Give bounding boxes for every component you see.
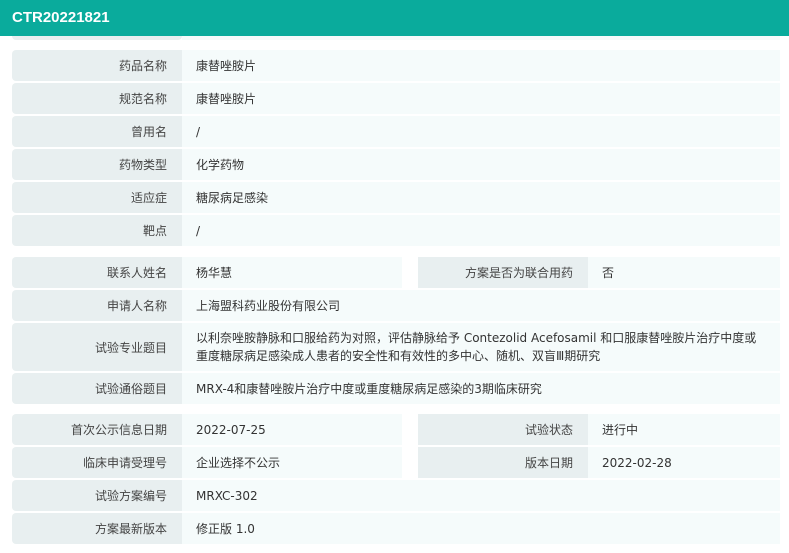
field-value: 否 <box>588 257 780 288</box>
field-value: 糖尿病足感染 <box>182 182 780 213</box>
field-label: 试验通俗题目 <box>12 373 182 404</box>
contact-row: 联系人姓名 杨华慧 方案是否为联合用药否 <box>12 257 780 288</box>
field-label: 曾用名 <box>12 116 182 147</box>
field-label: 方案是否为联合用药 <box>418 257 588 288</box>
pro-title-row: 试验专业题目 以利奈唑胺静脉和口服给药为对照，评估静脉给予 Contezolid … <box>12 323 780 371</box>
field-value: 2022-07-25 <box>182 414 402 445</box>
field-value: 以利奈唑胺静脉和口服给药为对照，评估静脉给予 Contezolid Acefos… <box>182 323 780 371</box>
field-value: 2022-02-28 <box>588 447 780 478</box>
field-value: 进行中 <box>588 414 780 445</box>
field-value: 企业选择不公示 <box>182 447 402 478</box>
field-label: 靶点 <box>12 215 182 246</box>
field-label: 药品名称 <box>12 50 182 81</box>
field-value: 康替唑胺片 <box>182 50 780 81</box>
generic-name-row: 规范名称 康替唑胺片 <box>12 83 780 114</box>
drug-type-row: 药物类型 化学药物 <box>12 149 780 180</box>
first-date-row: 首次公示信息日期 2022-07-25 试验状态 进行中 <box>12 414 780 445</box>
protocol-no-row: 试验方案编号 MRXC-302 <box>12 480 780 511</box>
field-value: 修正版 1.0 <box>182 513 780 544</box>
drug-name-row: 药品名称 康替唑胺片 <box>12 50 780 81</box>
field-value: / <box>182 116 780 147</box>
trial-id-header: CTR20221821 <box>0 0 789 36</box>
target-row: 靶点 / <box>12 215 780 246</box>
indication-row: 适应症 糖尿病足感染 <box>12 182 780 213</box>
drug-info-group: 药品名称 康替唑胺片 规范名称 康替唑胺片 曾用名 / 药物类型 化学药物 适应症 糖尿病… <box>12 50 780 248</box>
clipped-row <box>12 36 780 40</box>
field-label: 适应症 <box>12 182 182 213</box>
field-label: 临床申请受理号 <box>12 447 182 478</box>
field-label: 试验专业题目 <box>12 323 182 371</box>
registration-info-group: 首次公示信息日期 2022-07-25 试验状态 进行中 临床申请受理号 企业选择不公示… <box>12 414 780 546</box>
field-label: 规范名称 <box>12 83 182 114</box>
field-label: 联系人姓名 <box>12 257 182 288</box>
applicant-row: 申请人名称 上海盟科药业股份有限公司 <box>12 290 780 321</box>
field-value: 杨华慧 <box>182 257 402 288</box>
field-label: 药物类型 <box>12 149 182 180</box>
field-value: 上海盟科药业股份有限公司 <box>182 290 780 321</box>
field-label: 试验状态 <box>418 414 588 445</box>
pop-title-row: 试验通俗题目 MRX-4和康替唑胺片治疗中度或重度糖尿病足感染的3期临床研究 <box>12 373 780 404</box>
accept-no-row: 临床申请受理号 企业选择不公示 版本日期 2022-02-28 <box>12 447 780 478</box>
protocol-version-row: 方案最新版本 修正版 1.0 <box>12 513 780 544</box>
field-label: 方案最新版本 <box>12 513 182 544</box>
field-value: 化学药物 <box>182 149 780 180</box>
field-label: 试验方案编号 <box>12 480 182 511</box>
field-label: 申请人名称 <box>12 290 182 321</box>
field-value: / <box>182 215 780 246</box>
field-label: 版本日期 <box>418 447 588 478</box>
former-name-row: 曾用名 / <box>12 116 780 147</box>
trial-info-group: 联系人姓名 杨华慧 方案是否为联合用药否 申请人名称 上海盟科药业股份有限公司 试验专… <box>12 257 780 406</box>
field-value: MRXC-302 <box>182 480 780 511</box>
field-value: 康替唑胺片 <box>182 83 780 114</box>
field-value: MRX-4和康替唑胺片治疗中度或重度糖尿病足感染的3期临床研究 <box>182 373 780 404</box>
field-label: 首次公示信息日期 <box>12 414 182 445</box>
